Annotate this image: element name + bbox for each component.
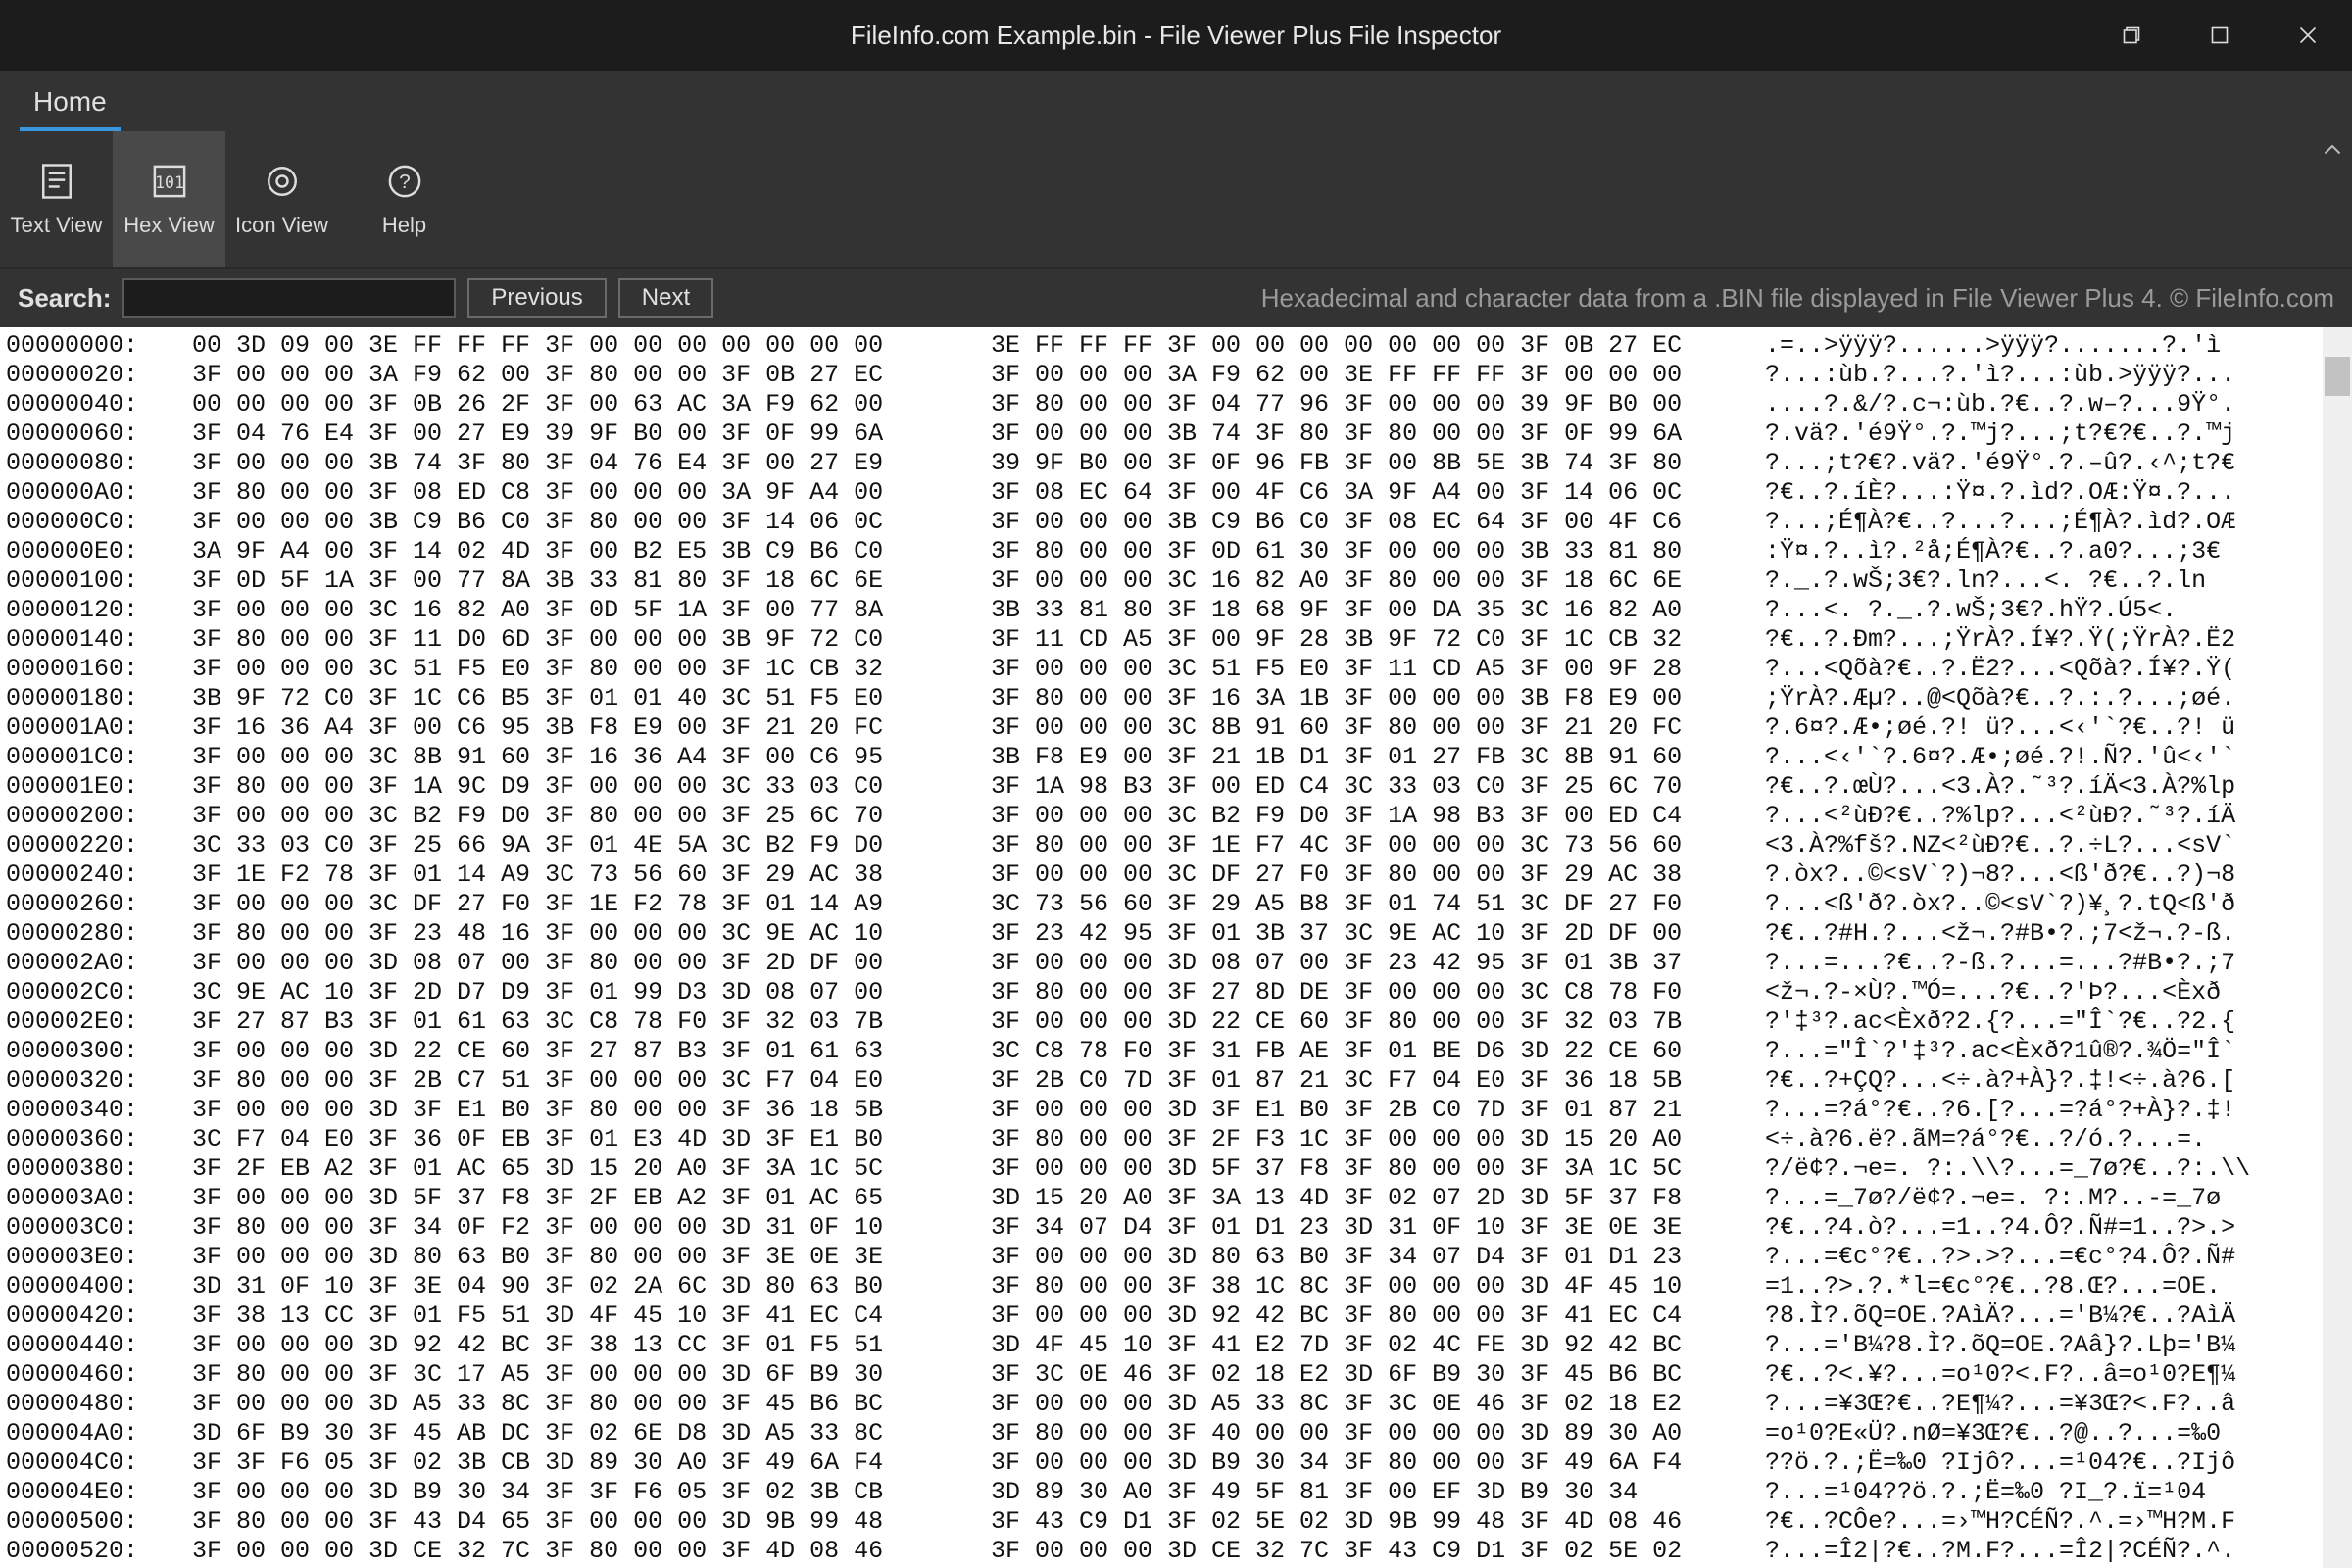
hex-row: 00000020: 3F 00 00 00 3A F9 62 00 3F 80 … [6,361,2352,390]
hex-row: 000001C0: 3F 00 00 00 3C 8B 91 60 3F 16 … [6,743,2352,772]
hex-row: 00000220: 3C 33 03 C0 3F 25 66 9A 3F 01 … [6,831,2352,860]
hex-row: 00000240: 3F 1E F2 78 3F 01 14 A9 3C 73 … [6,860,2352,890]
hex-row: 00000000: 00 3D 09 00 3E FF FF FF 3F 00 … [6,331,2352,361]
hex-row: 000002A0: 3F 00 00 00 3D 08 07 00 3F 80 … [6,949,2352,978]
help-label: Help [382,213,426,238]
hex-view-icon: 101 [148,160,191,203]
maximize-icon[interactable] [2176,0,2264,71]
previous-button[interactable]: Previous [467,278,606,318]
hex-content[interactable]: 00000000: 00 3D 09 00 3E FF FF FF 3F 00 … [0,327,2352,1566]
hex-row: 00000460: 3F 80 00 00 3F 3C 17 A5 3F 00 … [6,1360,2352,1390]
window-title: FileInfo.com Example.bin - File Viewer P… [851,21,1501,51]
search-bar: Search: Previous Next Hexadecimal and ch… [0,269,2352,327]
search-input[interactable] [122,278,456,318]
hex-row: 00000260: 3F 00 00 00 3C DF 27 F0 3F 1E … [6,890,2352,919]
hex-row: 000003A0: 3F 00 00 00 3D 5F 37 F8 3F 2F … [6,1184,2352,1213]
hex-row: 000001A0: 3F 16 36 A4 3F 00 C6 95 3B F8 … [6,713,2352,743]
hex-row: 000000C0: 3F 00 00 00 3B C9 B6 C0 3F 80 … [6,508,2352,537]
ribbon-toolbar: Text View 101 Hex View Icon View [0,131,2352,269]
help-group: ? Help [348,131,461,267]
hex-row: 00000360: 3C F7 04 E0 3F 36 0F EB 3F 01 … [6,1125,2352,1154]
hex-row: 00000120: 3F 00 00 00 3C 16 82 A0 3F 0D … [6,596,2352,625]
hex-row: 00000420: 3F 38 13 CC 3F 01 F5 51 3D 4F … [6,1301,2352,1331]
hex-row: 00000440: 3F 00 00 00 3D 92 42 BC 3F 38 … [6,1331,2352,1360]
text-view-label: Text View [11,213,103,238]
menu-home[interactable]: Home [20,74,121,131]
hex-row: 000004E0: 3F 00 00 00 3D B9 30 34 3F 3F … [6,1478,2352,1507]
hex-row: 00000040: 00 00 00 00 3F 0B 26 2F 3F 00 … [6,390,2352,419]
vertical-scrollbar[interactable] [2323,327,2352,1568]
hex-row: 000000A0: 3F 80 00 00 3F 08 ED C8 3F 00 … [6,478,2352,508]
hex-row: 00000160: 3F 00 00 00 3C 51 F5 E0 3F 80 … [6,655,2352,684]
hex-view-button[interactable]: 101 Hex View [113,131,225,267]
icon-view-button[interactable]: Icon View [225,131,338,267]
hex-row: 00000300: 3F 00 00 00 3D 22 CE 60 3F 27 … [6,1037,2352,1066]
hex-view-label: Hex View [123,213,215,238]
hex-row: 00000520: 3F 00 00 00 3D CE 32 7C 3F 80 … [6,1537,2352,1566]
hex-row: 00000060: 3F 04 76 E4 3F 00 27 E9 39 9F … [6,419,2352,449]
hex-row: 00000320: 3F 80 00 00 3F 2B C7 51 3F 00 … [6,1066,2352,1096]
hex-row: 00000380: 3F 2F EB A2 3F 01 AC 65 3D 15 … [6,1154,2352,1184]
hex-row: 000004C0: 3F 3F F6 05 3F 02 3B CB 3D 89 … [6,1448,2352,1478]
next-button[interactable]: Next [618,278,713,318]
scrollbar-thumb[interactable] [2325,357,2350,396]
hex-row: 000003E0: 3F 00 00 00 3D 80 63 B0 3F 80 … [6,1243,2352,1272]
restore-icon[interactable] [2087,0,2176,71]
close-icon[interactable] [2264,0,2352,71]
svg-text:?: ? [399,171,410,193]
hex-row: 000001E0: 3F 80 00 00 3F 1A 9C D9 3F 00 … [6,772,2352,802]
hex-row: 00000280: 3F 80 00 00 3F 23 48 16 3F 00 … [6,919,2352,949]
hex-row: 00000500: 3F 80 00 00 3F 43 D4 65 3F 00 … [6,1507,2352,1537]
hex-viewer: 00000000: 00 3D 09 00 3E FF FF FF 3F 00 … [0,327,2352,1568]
hex-row: 00000180: 3B 9F 72 C0 3F 1C C6 B5 3F 01 … [6,684,2352,713]
view-group: Text View 101 Hex View Icon View [0,131,338,267]
svg-text:101: 101 [155,173,184,192]
hex-row: 000003C0: 3F 80 00 00 3F 34 0F F2 3F 00 … [6,1213,2352,1243]
search-label: Search: [18,283,111,314]
help-icon: ? [383,160,426,203]
hex-row: 00000480: 3F 00 00 00 3D A5 33 8C 3F 80 … [6,1390,2352,1419]
hex-row: 00000140: 3F 80 00 00 3F 11 D0 6D 3F 00 … [6,625,2352,655]
hex-row: 000004A0: 3D 6F B9 30 3F 45 AB DC 3F 02 … [6,1419,2352,1448]
hex-row: 000002C0: 3C 9E AC 10 3F 2D D7 D9 3F 01 … [6,978,2352,1007]
description-text: Hexadecimal and character data from a .B… [1261,283,2334,314]
hex-row: 00000400: 3D 31 0F 10 3F 3E 04 90 3F 02 … [6,1272,2352,1301]
menu-bar: Home [0,71,2352,131]
hex-row: 000000E0: 3A 9F A4 00 3F 14 02 4D 3F 00 … [6,537,2352,566]
hex-row: 00000340: 3F 00 00 00 3D 3F E1 B0 3F 80 … [6,1096,2352,1125]
collapse-ribbon-icon[interactable] [2323,141,2342,166]
text-view-icon [35,160,78,203]
hex-row: 00000080: 3F 00 00 00 3B 74 3F 80 3F 04 … [6,449,2352,478]
hex-row: 00000200: 3F 00 00 00 3C B2 F9 D0 3F 80 … [6,802,2352,831]
hex-row: 000002E0: 3F 27 87 B3 3F 01 61 63 3C C8 … [6,1007,2352,1037]
icon-view-icon [261,160,304,203]
hex-row: 00000100: 3F 0D 5F 1A 3F 00 77 8A 3B 33 … [6,566,2352,596]
text-view-button[interactable]: Text View [0,131,113,267]
title-bar: FileInfo.com Example.bin - File Viewer P… [0,0,2352,71]
icon-view-label: Icon View [235,213,328,238]
help-button[interactable]: ? Help [348,131,461,267]
window-controls [2087,0,2352,71]
